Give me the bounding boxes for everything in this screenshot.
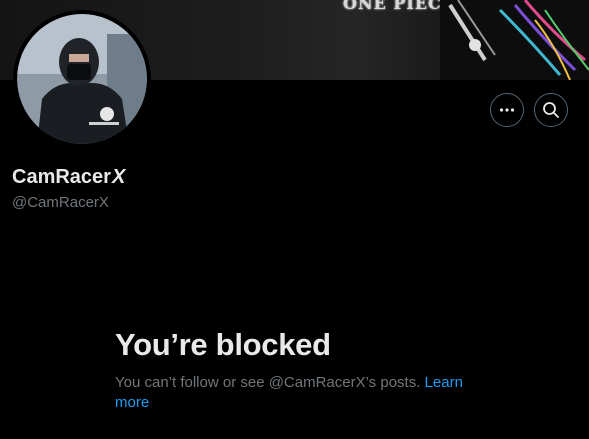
- profile-handle: @CamRacerX: [12, 194, 109, 211]
- blocked-title: You’re blocked: [115, 327, 331, 362]
- blocked-message: You can’t follow or see @CamRacerX’s pos…: [115, 373, 485, 413]
- name-badge-text: X: [111, 166, 126, 188]
- search-button[interactable]: [534, 93, 568, 127]
- display-name-text: CamRacer: [12, 166, 111, 188]
- search-icon: [543, 102, 559, 118]
- avatar-image: [17, 14, 147, 144]
- more-options-button[interactable]: [490, 93, 524, 127]
- profile-avatar[interactable]: [13, 10, 151, 148]
- banner-artwork: [440, 0, 589, 80]
- profile-page: ONE PIECE CamRacer X @CamRacerX You’re b…: [0, 0, 589, 439]
- more-horizontal-icon: [499, 108, 515, 112]
- banner-logo-text: ONE PIECE: [343, 0, 455, 13]
- blocked-message-text: You can’t follow or see @CamRacerX’s pos…: [115, 374, 421, 391]
- profile-display-name: CamRacer X: [12, 166, 125, 189]
